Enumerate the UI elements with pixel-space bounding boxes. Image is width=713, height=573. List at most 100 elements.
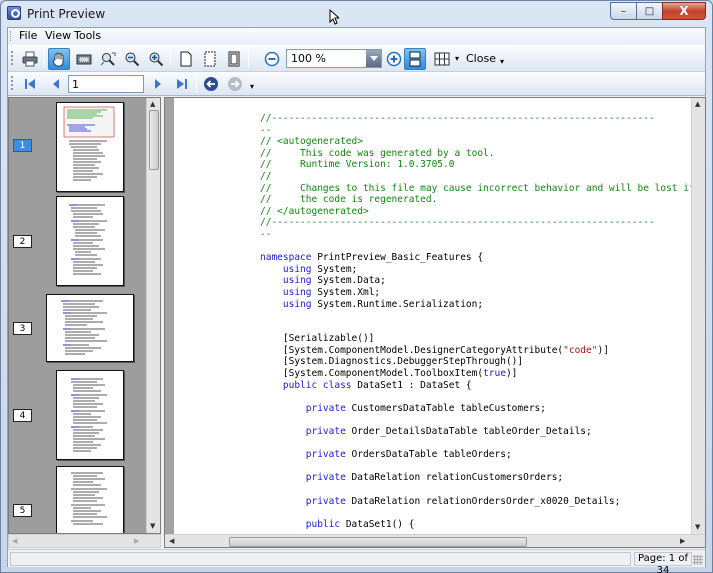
hand-tool-button[interactable]: [48, 48, 70, 70]
title-bar[interactable]: Print Preview – □ X: [1, 1, 712, 27]
code-line: [System.ComponentModel.DesignerCategoryA…: [260, 344, 609, 356]
page-actual-size-icon: [180, 51, 192, 67]
multi-page-dropdown[interactable]: ▾: [453, 52, 461, 64]
thumbnail-page-5[interactable]: [56, 466, 124, 533]
preview-scroll-thumb[interactable]: [229, 537, 527, 547]
thumbnail-page-number[interactable]: 3: [13, 322, 32, 335]
zoom-combobox[interactable]: [286, 49, 382, 68]
close-window-button[interactable]: X: [662, 2, 706, 20]
thumbnail-page-number[interactable]: 2: [13, 235, 32, 248]
mouse-cursor-icon: [329, 9, 339, 25]
thumbnail-text-lines: [71, 378, 107, 452]
document-code-text: //--------------------------------------…: [260, 113, 695, 530]
preview-area[interactable]: //--------------------------------------…: [164, 97, 706, 548]
code-line: private Order_DetailsDataTable tableOrde…: [305, 426, 592, 438]
zoom-in-button[interactable]: [384, 49, 404, 69]
scroll-down-arrow-icon[interactable]: ▼: [150, 522, 155, 530]
page-width-icon: [228, 51, 240, 67]
zoom-out-tool-button[interactable]: [122, 49, 142, 69]
page-number-field[interactable]: [68, 75, 144, 93]
zoom-dropdown-button[interactable]: [366, 50, 381, 67]
dynamic-zoom-button[interactable]: [98, 49, 118, 69]
zoom-out-button[interactable]: [262, 49, 282, 69]
code-line: // </autogenerated>: [260, 205, 369, 217]
snapshot-tool-button[interactable]: [74, 49, 94, 69]
previous-page-icon: [53, 79, 59, 89]
thumbnail-pane[interactable]: 1 2 3 4 5 ▲ ▼: [8, 97, 161, 534]
menu-tools[interactable]: Tools: [71, 29, 104, 42]
preview-vertical-scrollbar[interactable]: ▲ ▼: [691, 98, 705, 534]
toolbar-separator: [170, 50, 171, 68]
history-forward-button[interactable]: [225, 74, 245, 94]
print-button[interactable]: [20, 49, 40, 69]
code-line: // Changes to this file may cause incorr…: [260, 182, 695, 194]
main-toolbar: ▾ Close ▾: [8, 45, 705, 72]
scroll-down-arrow-icon[interactable]: ▼: [695, 523, 700, 531]
minimize-button[interactable]: –: [610, 2, 636, 20]
full-page-button[interactable]: [200, 49, 220, 69]
code-line: //--------------------------------------…: [260, 217, 655, 229]
status-bar: Page: 1 of 34: [8, 549, 705, 573]
close-preview-button[interactable]: Close: [466, 51, 496, 65]
code-line: [System.Diagnostics.DebuggerStepThrough(…: [260, 356, 524, 368]
resize-grip-icon[interactable]: [693, 555, 703, 565]
code-line: private DataRelation relationOrdersOrder…: [305, 495, 621, 507]
scroll-left-arrow-icon[interactable]: ◀: [12, 537, 17, 545]
toolbar-separator: [43, 50, 44, 68]
zoom-in-icon: [149, 52, 164, 67]
thumbnail-text-lines: [69, 204, 107, 275]
toolbar-overflow-button[interactable]: ▾: [498, 55, 506, 67]
preview-horizontal-scrollbar[interactable]: ◀ ▶: [165, 534, 705, 547]
multi-page-button[interactable]: [432, 49, 452, 69]
actual-size-button[interactable]: [176, 49, 196, 69]
code-line: [Serializable()]: [260, 333, 375, 345]
scroll-left-arrow-icon[interactable]: ◀: [169, 537, 174, 545]
full-page-icon: [204, 51, 216, 67]
thumbnail-page-number[interactable]: 4: [13, 409, 32, 422]
code-line: private DataRelation relationCustomersOr…: [305, 472, 564, 484]
thumbnail-page-2[interactable]: [56, 196, 124, 286]
maximize-button[interactable]: □: [636, 2, 662, 20]
next-page-icon: [155, 79, 161, 89]
scroll-right-arrow-icon[interactable]: ▶: [134, 537, 139, 545]
plus-circle-icon: [386, 51, 402, 67]
first-page-icon: [25, 79, 35, 89]
thumbnail-page-1[interactable]: [56, 102, 124, 192]
thumbnail-page-4[interactable]: [56, 370, 124, 460]
toolbar-grip[interactable]: [11, 76, 14, 90]
menu-view[interactable]: View: [42, 29, 74, 42]
minus-circle-icon: [264, 51, 280, 67]
thumbnail-page-3[interactable]: [46, 294, 134, 362]
thumbnail-page-number[interactable]: 1: [13, 139, 32, 152]
menu-bar: File View Tools: [8, 28, 705, 44]
scroll-up-arrow-icon[interactable]: ▲: [695, 100, 700, 108]
history-back-button[interactable]: [201, 74, 221, 94]
zoom-input[interactable]: [287, 50, 365, 67]
scroll-right-arrow-icon[interactable]: ▶: [680, 537, 685, 545]
code-line: --: [260, 124, 272, 136]
menu-file[interactable]: File: [16, 29, 40, 42]
thumbnail-horizontal-scrollbar[interactable]: ◀ ▶: [8, 534, 161, 548]
chevron-down-icon: [369, 55, 378, 61]
menu-grip[interactable]: [10, 31, 13, 41]
page-width-button[interactable]: [224, 49, 244, 69]
code-line: private OrdersDataTable tableOrders;: [305, 449, 512, 461]
last-page-icon: [177, 79, 187, 89]
last-page-button[interactable]: [172, 74, 192, 94]
next-page-button[interactable]: [148, 74, 168, 94]
scroll-up-arrow-icon[interactable]: ▲: [150, 100, 155, 108]
page-number-input[interactable]: [69, 76, 143, 92]
previous-page-button[interactable]: [46, 74, 66, 94]
thumbnail-scroll-thumb[interactable]: [149, 110, 159, 170]
continuous-view-button[interactable]: [404, 48, 426, 70]
code-line: //: [260, 170, 272, 182]
thumbnail-vertical-scrollbar[interactable]: ▲ ▼: [146, 98, 160, 533]
zoom-in-tool-button[interactable]: [146, 49, 166, 69]
toolbar-grip[interactable]: [11, 51, 14, 65]
first-page-button[interactable]: [20, 74, 40, 94]
document-page: //--------------------------------------…: [174, 98, 699, 534]
thumbnail-page-number[interactable]: 5: [13, 504, 32, 517]
nav-toolbar-overflow-button[interactable]: ▾: [248, 80, 256, 92]
